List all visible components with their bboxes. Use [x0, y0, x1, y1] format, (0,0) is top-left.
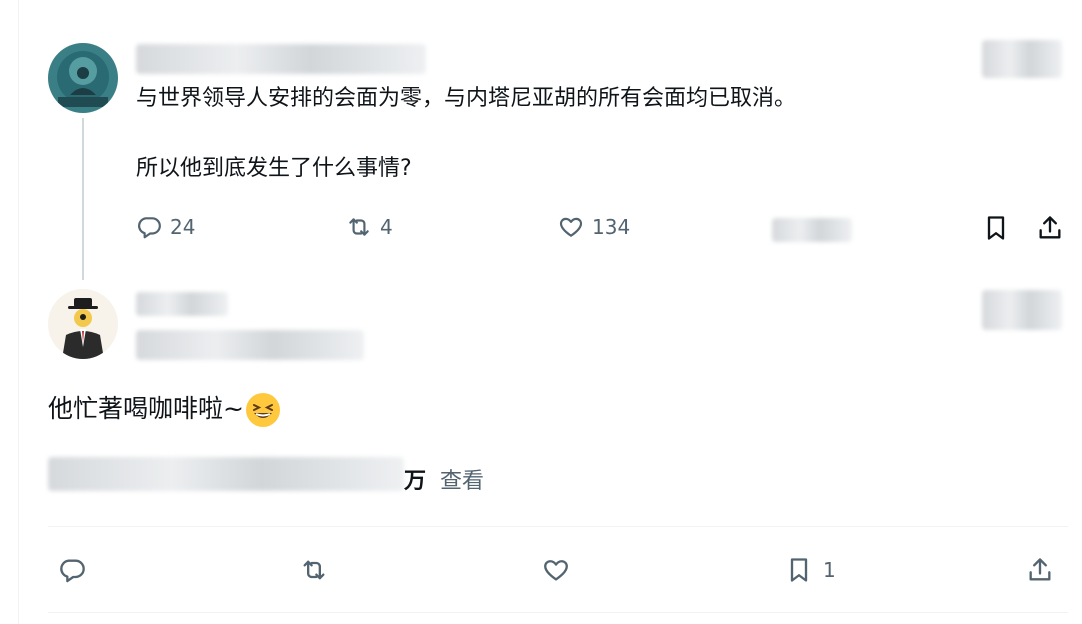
action-bar-reply-button[interactable]	[58, 556, 86, 584]
reply-author-handle-redacted[interactable]	[136, 330, 364, 360]
divider-bottom	[48, 612, 1068, 613]
views-label: 查看	[440, 469, 485, 494]
share-button[interactable]	[1036, 214, 1064, 242]
laughing-emoji	[245, 393, 280, 427]
bookmark-button[interactable]	[982, 214, 1010, 242]
action-bar-share-button[interactable]	[1026, 556, 1054, 584]
reply-tweet-menu-redacted[interactable]	[982, 290, 1062, 330]
bookmark-icon	[987, 216, 1005, 240]
reply-tweet-avatar[interactable]	[48, 289, 118, 359]
main-tweet-avatar[interactable]	[48, 43, 118, 113]
reply-icon	[60, 559, 85, 583]
action-bar-like-button[interactable]	[542, 556, 570, 584]
action-bar-retweet-button[interactable]	[300, 556, 328, 584]
views-button-redacted[interactable]	[772, 218, 852, 242]
reply-text: 他忙著喝咖啡啦~	[48, 394, 244, 423]
reply-icon	[138, 217, 161, 239]
reply-timestamp-redacted[interactable]	[48, 457, 404, 491]
heart-icon	[544, 560, 568, 581]
thread-line	[82, 118, 84, 280]
view-count: 万	[404, 469, 427, 494]
action-bar-bookmark-button[interactable]: 1	[785, 556, 836, 584]
share-icon	[1029, 558, 1051, 581]
divider-top	[48, 526, 1068, 527]
retweet-count: 4	[380, 215, 393, 239]
main-tweet-author-redacted[interactable]	[136, 44, 426, 74]
like-count: 134	[592, 215, 631, 239]
bookmark-icon	[790, 558, 808, 582]
retweet-icon	[303, 560, 325, 580]
share-icon	[1039, 216, 1061, 239]
reply-tweet-text: 他忙著喝咖啡啦~	[48, 392, 280, 427]
reply-author-name-redacted[interactable]	[136, 292, 228, 316]
like-button[interactable]: 134	[558, 214, 630, 240]
main-tweet-menu-redacted[interactable]	[982, 40, 1062, 78]
reply-count: 24	[170, 215, 196, 239]
main-tweet-text-line1: 与世界领导人安排的会面为零，与内塔尼亚胡的所有会面均已取消。	[136, 86, 797, 111]
reply-button[interactable]: 24	[136, 214, 195, 240]
timeline-border	[18, 0, 19, 624]
heart-icon	[559, 217, 583, 237]
bookmark-count: 1	[823, 558, 836, 582]
retweet-button[interactable]: 4	[346, 214, 393, 240]
main-tweet-text-line2: 所以他到底发生了什么事情?	[136, 156, 412, 181]
retweet-icon	[349, 218, 369, 236]
